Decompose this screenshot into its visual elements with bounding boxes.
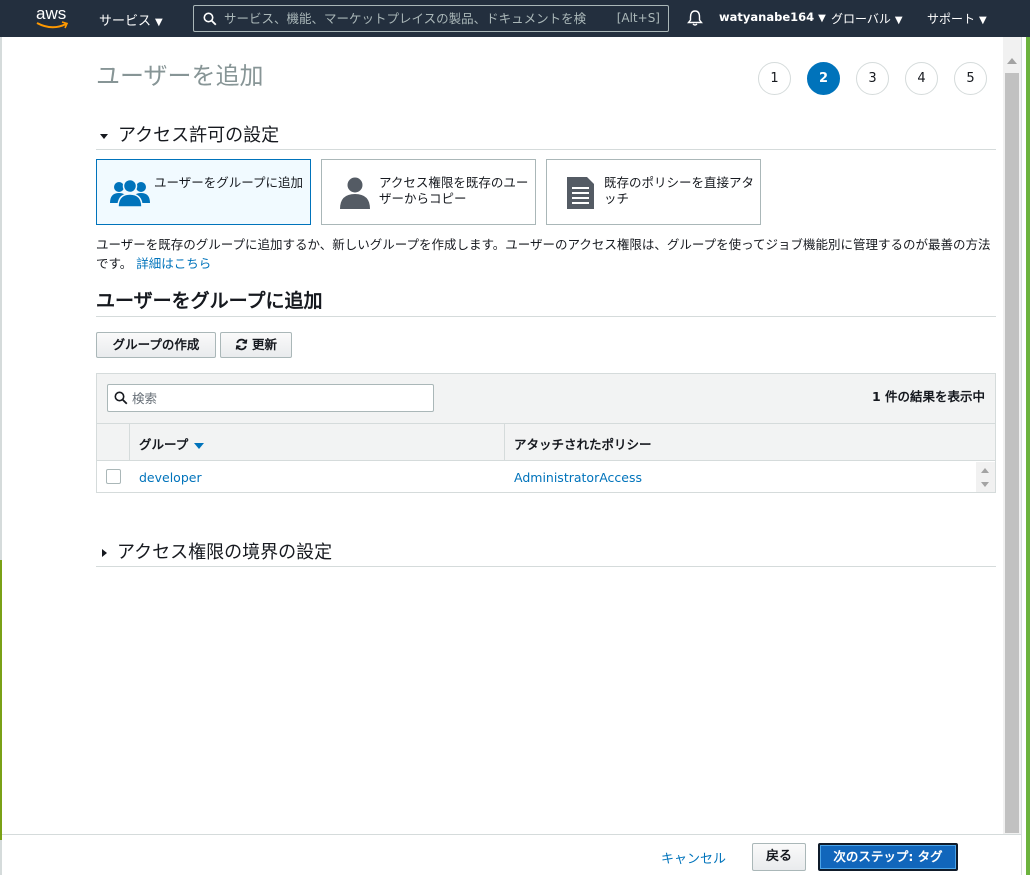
user-icon (340, 177, 370, 209)
step-3[interactable]: 3 (856, 62, 889, 95)
caret-down-icon: ▼ (894, 15, 903, 26)
search-icon (203, 12, 217, 26)
bell-icon[interactable] (687, 9, 703, 27)
aws-logo-text: aws (36, 4, 67, 23)
scroll-up-arrow-icon[interactable] (981, 468, 989, 473)
refresh-icon (235, 338, 248, 351)
column-header-group[interactable]: グループ (139, 434, 205, 453)
divider (96, 149, 996, 150)
sort-descending-icon (194, 442, 205, 449)
search-hotkey: [Alt+S] (616, 11, 660, 25)
permissions-description-text: ユーザーを既存のグループに追加するか、新しいグループを作成します。ユーザーのアク… (96, 237, 991, 271)
support-menu[interactable]: サポート ▼ (927, 10, 987, 27)
next-step-button[interactable]: 次のステップ: タグ (818, 843, 958, 871)
scroll-up-arrow-icon[interactable] (1007, 58, 1017, 64)
account-name: watyanabe164 (719, 10, 815, 24)
region-label: グローバル (831, 12, 891, 26)
refresh-button[interactable]: 更新 (220, 332, 292, 358)
scrollbar-thumb[interactable] (1005, 73, 1019, 833)
aws-smile-icon (36, 21, 69, 29)
collapsed-triangle-icon (102, 549, 107, 557)
option-attach-policies[interactable]: 既存のポリシーを直接アタッチ (546, 159, 761, 225)
option-copy-permissions-label: アクセス権限を既存のユーザーからコピー (379, 175, 529, 206)
aws-logo[interactable]: aws (36, 5, 72, 31)
services-menu[interactable]: サービス ▼ (99, 10, 163, 29)
table-scrollbar[interactable] (976, 462, 995, 492)
back-button[interactable]: 戻る (752, 843, 806, 871)
policy-link[interactable]: AdministratorAccess (514, 470, 642, 485)
column-divider (504, 424, 505, 460)
region-menu[interactable]: グローバル ▼ (831, 10, 903, 27)
left-background-strip (0, 560, 2, 840)
table-row[interactable]: developer AdministratorAccess (97, 462, 975, 492)
permissions-section-toggle[interactable]: アクセス許可の設定 (96, 121, 279, 147)
result-count: 1 件の結果を表示中 (871, 389, 985, 404)
divider (96, 566, 996, 567)
table-search-input[interactable] (132, 390, 422, 407)
step-4[interactable]: 4 (905, 62, 938, 95)
cancel-link[interactable]: キャンセル (661, 848, 726, 867)
learn-more-link[interactable]: 詳細はこちら (136, 256, 211, 271)
header-checkbox-cell (97, 424, 130, 460)
table-header: グループ アタッチされたポリシー (97, 424, 995, 461)
caret-down-icon: ▼ (818, 13, 826, 24)
account-menu[interactable]: watyanabe164 ▼ (719, 10, 826, 24)
scroll-down-arrow-icon[interactable] (981, 482, 989, 487)
permissions-section-title: アクセス許可の設定 (118, 125, 280, 146)
search-icon (114, 391, 128, 405)
column-header-group-label: グループ (139, 437, 189, 452)
groups-table: 1 件の結果を表示中 グループ アタッチされたポリシー developer Ad… (96, 373, 996, 493)
boundary-section-toggle[interactable]: アクセス権限の境界の設定 (96, 538, 332, 564)
option-add-to-group[interactable]: ユーザーをグループに追加 (96, 159, 311, 225)
boundary-section-title: アクセス権限の境界の設定 (117, 542, 333, 563)
wizard-footer: キャンセル 戻る 次のステップ: タグ (2, 834, 1021, 875)
column-header-policy[interactable]: アタッチされたポリシー (514, 434, 652, 453)
right-background-strip (1026, 37, 1030, 875)
table-toolbar: 1 件の結果を表示中 (97, 374, 995, 424)
step-1[interactable]: 1 (758, 62, 791, 95)
services-label: サービス (99, 14, 152, 29)
global-search-input[interactable] (224, 9, 604, 28)
group-link[interactable]: developer (139, 470, 202, 485)
table-search[interactable] (107, 384, 434, 412)
users-group-icon (110, 178, 150, 208)
document-icon (567, 177, 594, 209)
caret-down-icon: ▼ (155, 17, 163, 28)
caret-down-icon: ▼ (979, 15, 987, 26)
divider (96, 316, 996, 317)
option-copy-permissions[interactable]: アクセス権限を既存のユーザーからコピー (321, 159, 536, 225)
permissions-description: ユーザーを既存のグループに追加するか、新しいグループを作成します。ユーザーのアク… (96, 235, 996, 273)
option-add-to-group-label: ユーザーをグループに追加 (154, 175, 304, 190)
groups-title: ユーザーをグループに追加 (96, 290, 323, 312)
support-label: サポート (927, 12, 976, 26)
refresh-label: 更新 (251, 337, 277, 352)
row-checkbox[interactable] (106, 469, 121, 484)
page-title: ユーザーを追加 (96, 62, 264, 90)
create-group-button[interactable]: グループの作成 (96, 332, 216, 358)
step-2[interactable]: 2 (807, 62, 840, 95)
global-search[interactable]: [Alt+S] (193, 5, 669, 32)
option-attach-policies-label: 既存のポリシーを直接アタッチ (604, 175, 755, 206)
step-5[interactable]: 5 (954, 62, 987, 95)
expanded-triangle-icon (100, 133, 108, 139)
top-navigation-bar: aws サービス▼ [Alt+S] watyanabe164▼ グローバル▼ サ… (0, 0, 1030, 37)
page-scrollbar[interactable] (1003, 37, 1021, 834)
